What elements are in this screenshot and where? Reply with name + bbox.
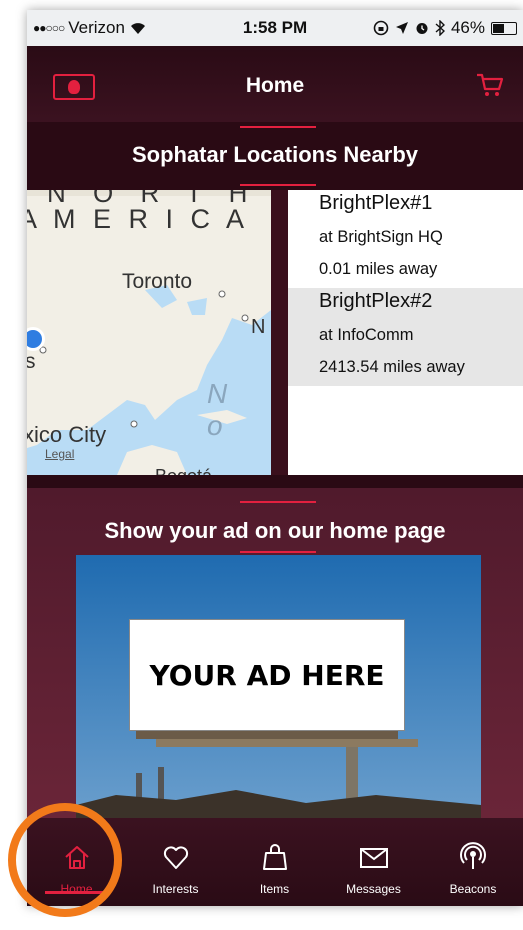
heart-icon [163,846,188,869]
status-right: 46% [373,18,517,38]
orientation-lock-icon [373,20,389,36]
tab-label: Beacons [449,882,497,896]
locations-map[interactable]: N O R T H A M E R I C A Toronto N N o s … [27,190,271,475]
ad-section-title: Show your ad on our home page [104,518,446,543]
phone-screen: ●●○○○ Verizon 1:58 PM 46% Home Sophatar … [27,10,523,906]
battery-percent: 46% [450,18,485,37]
battery-fill [493,23,505,33]
tab-interests[interactable]: Interests [126,818,225,906]
tab-messages[interactable]: Messages [324,818,423,906]
ad-section-header: Show your ad on our home page [27,488,523,555]
beacon-icon [460,842,486,869]
bluetooth-icon [435,20,445,36]
ad-header-line-top [240,501,316,503]
bag-icon [262,844,287,870]
status-bar: ●●○○○ Verizon 1:58 PM 46% [27,10,523,46]
tab-label: Messages [346,882,401,896]
tab-beacons[interactable]: Beacons [423,818,523,906]
battery-icon [491,21,517,35]
header-line-top [240,126,316,128]
city-dot-icon [39,290,249,428]
location-venue: at BrightSign HQ [319,228,443,246]
ad-banner-image[interactable]: YOUR AD HERE [76,555,481,820]
header-line-bottom [240,184,316,186]
section-divider [27,475,523,488]
location-name: BrightPlex#1 [319,192,433,214]
locations-list: BrightPlex#1 at BrightSign HQ 0.01 miles… [288,190,523,475]
nav-bar: Home [27,46,523,123]
locations-title: Sophatar Locations Nearby [131,142,419,167]
tab-items[interactable]: Items [225,818,324,906]
page-title: Home [245,74,305,97]
highlight-circle [8,803,122,917]
ad-header-line-bottom [240,551,316,553]
current-location-icon[interactable] [27,324,48,354]
cart-icon[interactable] [475,72,505,98]
locations-section-header: Sophatar Locations Nearby [27,122,523,190]
billboard-text: YOUR AD HERE [129,619,405,731]
location-name: BrightPlex#2 [319,290,433,312]
envelope-icon [359,848,388,868]
location-distance: 0.01 miles away [319,260,438,278]
location-arrow-icon [395,22,408,34]
location-item-1[interactable]: BrightPlex#1 at BrightSign HQ 0.01 miles… [288,190,523,288]
location-item-2[interactable]: BrightPlex#2 at InfoComm 2413.54 miles a… [288,288,523,386]
location-distance: 2413.54 miles away [319,358,465,376]
tab-label: Interests [152,882,199,896]
location-venue: at InfoComm [319,326,414,344]
tab-label: Items [259,882,290,896]
alarm-icon [416,23,428,34]
